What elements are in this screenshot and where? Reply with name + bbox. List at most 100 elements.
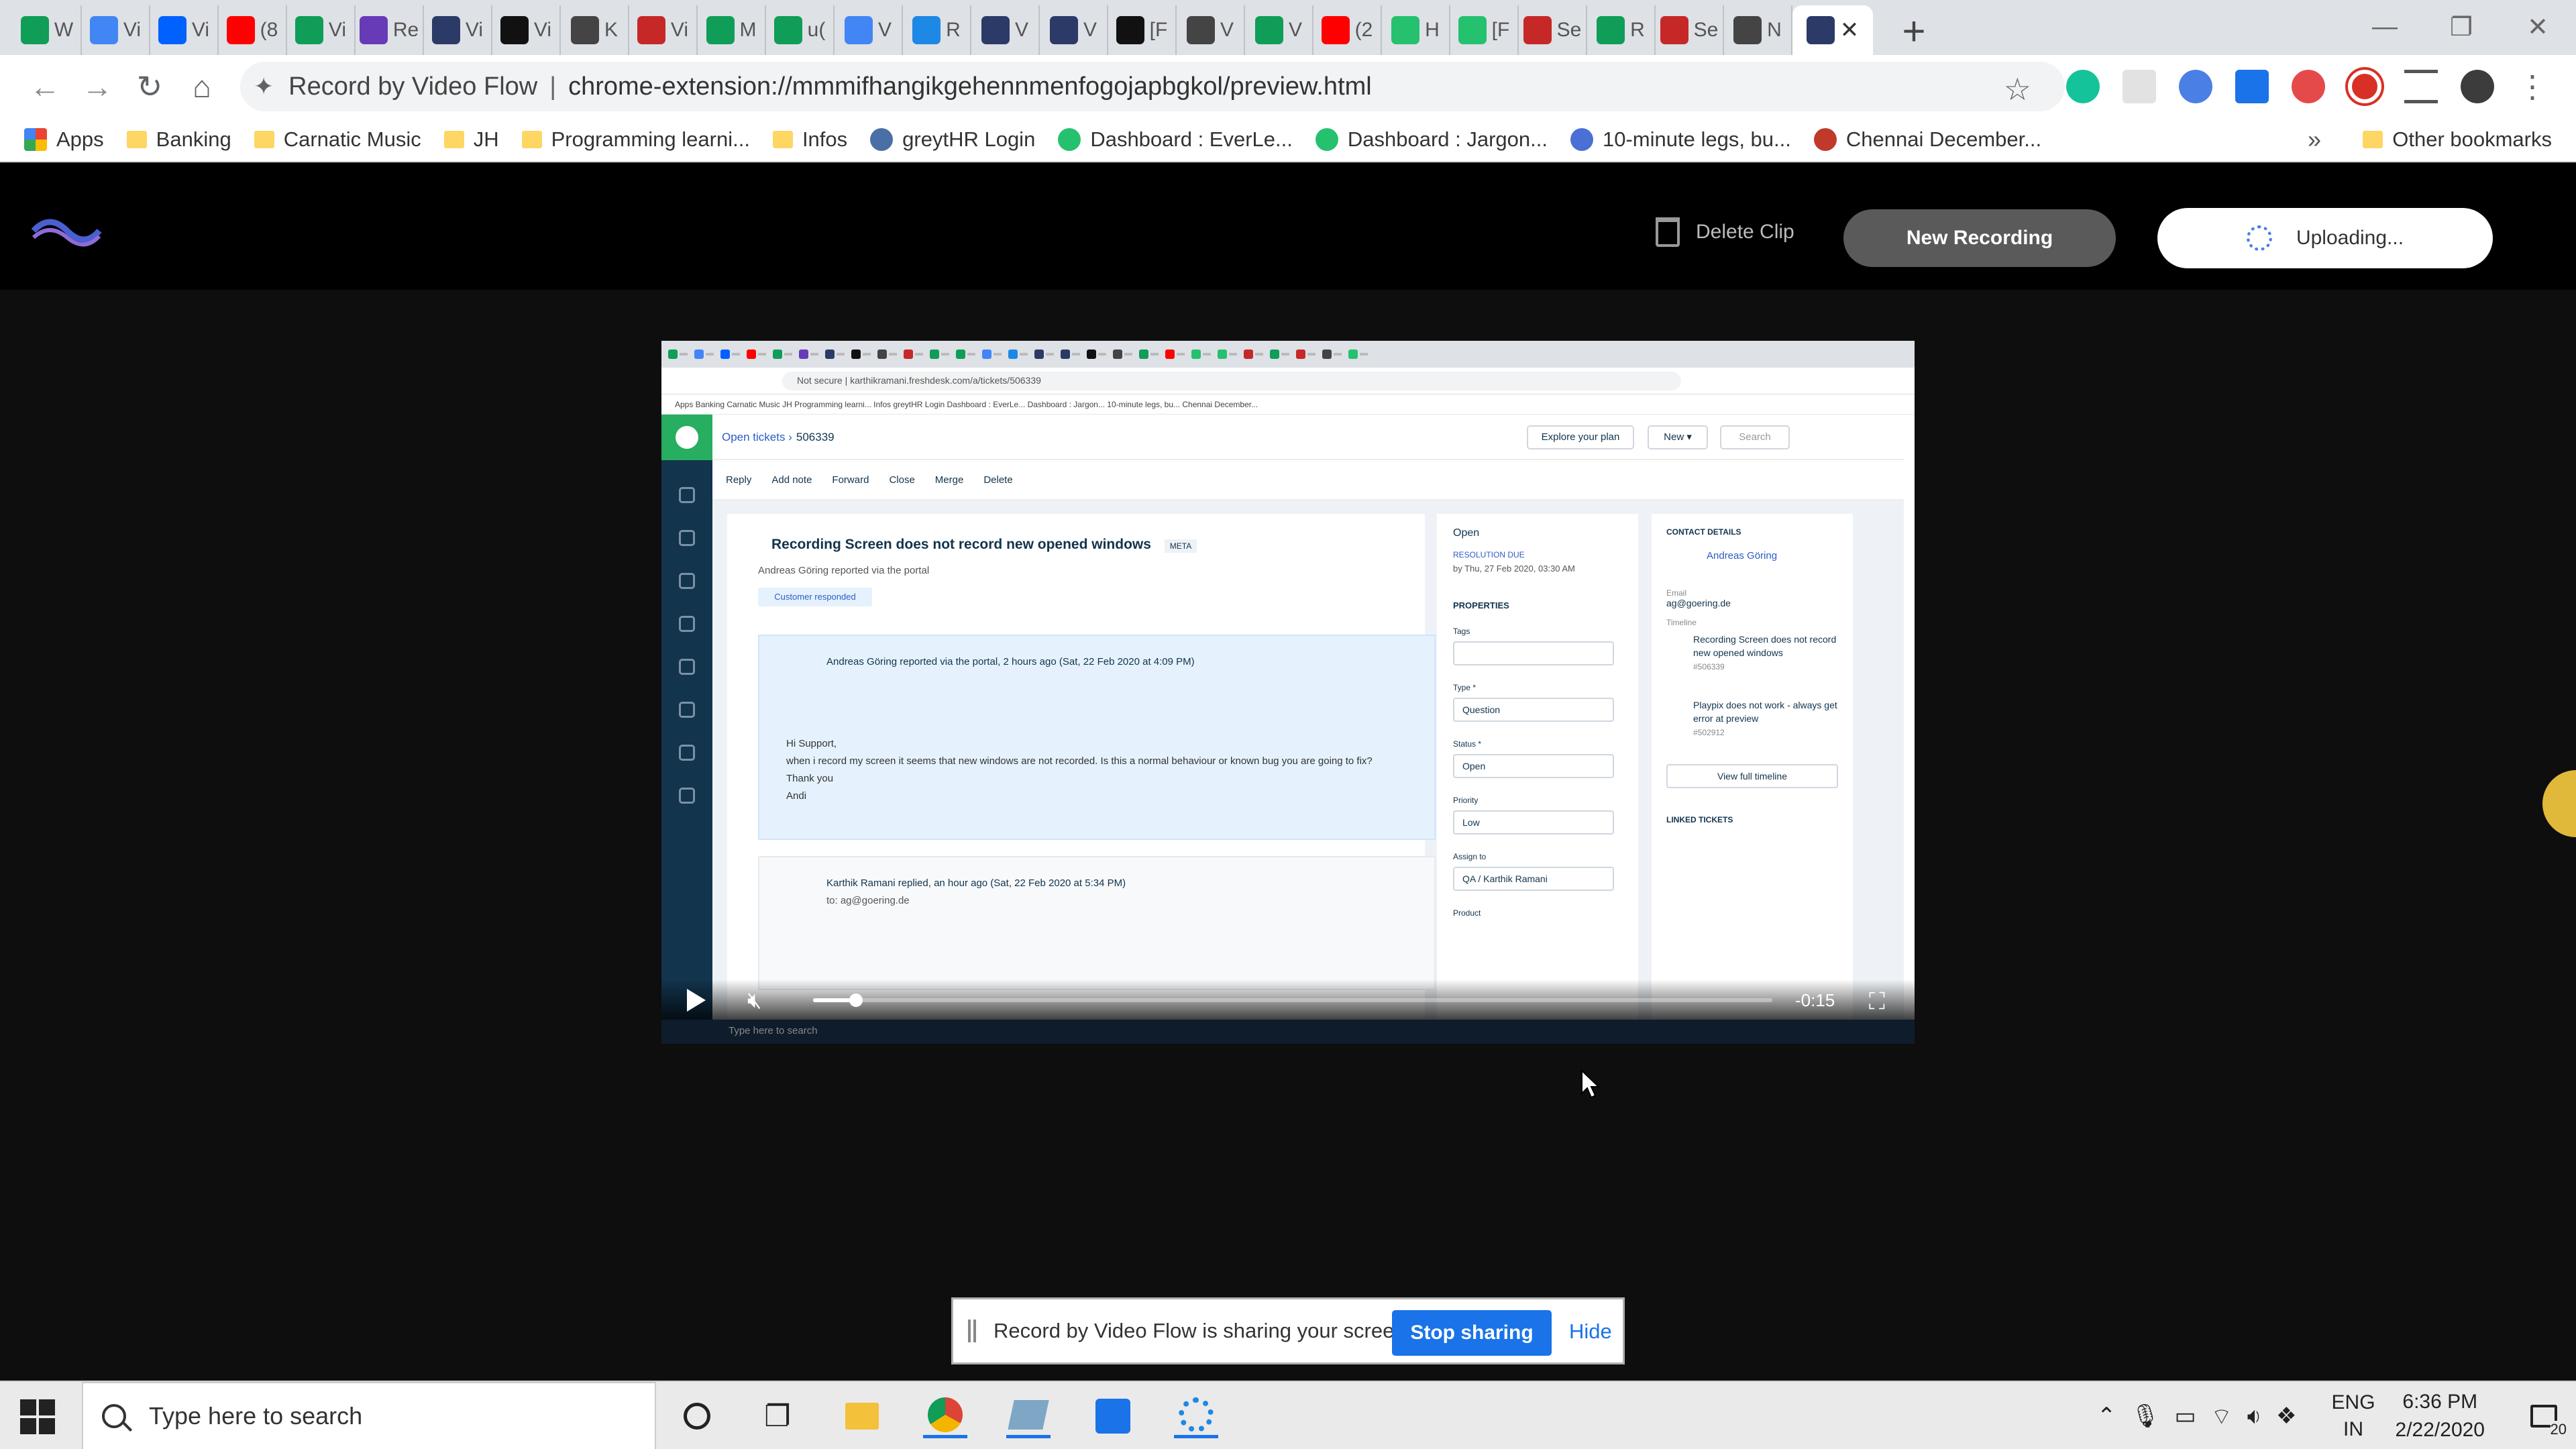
tab-3[interactable]: (8	[219, 5, 287, 55]
notification-center-icon[interactable]: 20	[2512, 1382, 2576, 1449]
other-bookmarks[interactable]: Other bookmarks	[2363, 127, 2552, 152]
tab-10[interactable]: M	[698, 5, 766, 55]
reload-button[interactable]: ↻	[123, 60, 176, 113]
tab-1[interactable]: Vi	[82, 5, 150, 55]
media-control-icon[interactable]	[2404, 70, 2438, 103]
play-icon[interactable]	[687, 989, 706, 1012]
tab-14[interactable]: V	[971, 5, 1040, 55]
tab-16[interactable]: [F	[1108, 5, 1177, 55]
settings-icon[interactable]	[1174, 1394, 1218, 1438]
video-tab-20	[1191, 347, 1214, 361]
bookmark-2[interactable]: Carnatic Music	[254, 127, 421, 152]
tab-22[interactable]: Se	[1519, 5, 1587, 55]
bookmark-4[interactable]: Programming learni...	[521, 127, 750, 152]
drag-handle-icon[interactable]	[968, 1320, 976, 1342]
tab-0[interactable]: W	[13, 5, 82, 55]
taskbar-search[interactable]: Type here to search	[82, 1382, 656, 1449]
uploading-label: Uploading...	[2296, 227, 2404, 249]
dropbox-tray-icon[interactable]: ❖	[2276, 1403, 2296, 1430]
tab-4[interactable]: Vi	[287, 5, 356, 55]
windows-start-icon[interactable]	[20, 1399, 55, 1434]
tab-label: Vi	[533, 19, 552, 41]
tab-2[interactable]: Vi	[150, 5, 219, 55]
bookmark-label: JH	[473, 127, 499, 151]
tab-15[interactable]: V	[1040, 5, 1108, 55]
chrome-icon[interactable]	[923, 1394, 967, 1438]
video-player[interactable]: Not secure | karthikramani.freshdesk.com…	[661, 341, 1915, 1044]
new-recording-button[interactable]: New Recording	[1843, 209, 2116, 267]
tab-21[interactable]: [F	[1450, 5, 1519, 55]
bookmark-10[interactable]: Chennai December...	[1813, 127, 2041, 152]
new-tab-button[interactable]: +	[1890, 8, 1937, 55]
tab-13[interactable]: R	[903, 5, 971, 55]
close-tab-icon[interactable]: ✕	[1840, 17, 1860, 44]
video-message-2: Karthik Ramani replied, an hour ago (Sat…	[758, 856, 1436, 990]
tab-8[interactable]: K	[561, 5, 629, 55]
home-button[interactable]: ⌂	[176, 60, 228, 113]
tab-7[interactable]: Vi	[492, 5, 561, 55]
tab-12[interactable]: V	[835, 5, 903, 55]
hide-button[interactable]: Hide	[1569, 1320, 1612, 1344]
fullscreen-icon[interactable]: ⛶	[1869, 989, 1885, 1015]
volume-icon[interactable]: 🔉︎	[2247, 1403, 2261, 1430]
battery-icon[interactable]: ▭	[2175, 1403, 2196, 1430]
bookmark-6[interactable]: greytHR Login	[870, 127, 1035, 152]
cortana-icon[interactable]	[675, 1394, 719, 1438]
stop-sharing-button[interactable]: Stop sharing	[1392, 1310, 1552, 1356]
mute-icon[interactable]: 🔇︎	[747, 987, 761, 1014]
forward-button[interactable]: →	[71, 60, 123, 113]
snipping-tool-icon[interactable]	[1091, 1394, 1135, 1438]
tab-label: N	[1767, 19, 1782, 41]
tab-23[interactable]: R	[1587, 5, 1656, 55]
delete-clip-button[interactable]: Delete Clip	[1656, 217, 1794, 247]
extension-page-icon[interactable]	[2123, 70, 2156, 103]
maximize-button[interactable]: ❐	[2423, 0, 2500, 54]
tab-6[interactable]: Vi	[424, 5, 492, 55]
bookmark-1[interactable]: Banking	[126, 127, 231, 152]
grammarly-icon[interactable]	[2066, 70, 2100, 103]
microphone-icon[interactable]: 🎙︎	[2131, 1403, 2159, 1430]
tab-20[interactable]: H	[1382, 5, 1450, 55]
wifi-icon[interactable]: ⌔	[2211, 1402, 2233, 1431]
bookmark-7[interactable]: Dashboard : EverLe...	[1058, 127, 1293, 152]
language-indicator[interactable]: ENG IN	[2332, 1389, 2375, 1443]
tab-18[interactable]: V	[1245, 5, 1313, 55]
minimize-button[interactable]: —	[2347, 0, 2423, 54]
video-progress-thumb[interactable]	[849, 994, 863, 1007]
tab-19[interactable]: (2	[1313, 5, 1382, 55]
videoflow-extension-icon[interactable]	[2179, 70, 2212, 103]
extensions-area: ⋮	[2066, 55, 2548, 118]
profile-avatar[interactable]	[2461, 70, 2494, 103]
tray-expand-icon[interactable]: ⌃	[2097, 1403, 2116, 1430]
tab-5[interactable]: Re	[356, 5, 424, 55]
back-button[interactable]: ←	[19, 60, 71, 113]
task-view-icon[interactable]: ❐	[755, 1394, 800, 1438]
tab-active[interactable]: ✕	[1792, 5, 1873, 55]
tab-24[interactable]: Se	[1656, 5, 1724, 55]
tab-9[interactable]: Vi	[629, 5, 698, 55]
address-bar[interactable]: ✦ Record by Video Flow | chrome-extensio…	[240, 62, 2065, 111]
tab-11[interactable]: u(	[766, 5, 835, 55]
bookmark-star-icon[interactable]: ☆	[2004, 71, 2031, 107]
bookmark-3[interactable]: JH	[443, 127, 499, 152]
bookmarks-overflow-icon[interactable]: »	[2308, 125, 2321, 154]
bookmark-5[interactable]: Infos	[772, 127, 847, 152]
video-tab-2	[720, 347, 743, 361]
bookmark-0[interactable]: Apps	[24, 127, 104, 152]
tab-17[interactable]: V	[1177, 5, 1245, 55]
floating-widget-icon[interactable]	[2542, 770, 2576, 837]
app-icon[interactable]	[1006, 1394, 1051, 1438]
close-window-button[interactable]: ✕	[2500, 0, 2576, 54]
tab-label: Vi	[670, 19, 689, 41]
file-explorer-icon[interactable]	[840, 1394, 884, 1438]
tab-25[interactable]: N	[1724, 5, 1792, 55]
bookmark-9[interactable]: 10-minute legs, bu...	[1570, 127, 1791, 152]
adblock-icon[interactable]	[2292, 70, 2325, 103]
record-icon[interactable]	[2348, 70, 2381, 103]
chrome-menu-icon[interactable]: ⋮	[2517, 68, 2548, 105]
taskbar-clock[interactable]: 6:36 PM 2/22/2020	[2396, 1388, 2485, 1444]
bookmark-8[interactable]: Dashboard : Jargon...	[1315, 127, 1548, 152]
video-controls: 🔇︎ -0:15 ⛶	[661, 979, 1915, 1020]
screen-share-icon[interactable]	[2235, 70, 2269, 103]
video-progress-track[interactable]	[813, 994, 1772, 1007]
